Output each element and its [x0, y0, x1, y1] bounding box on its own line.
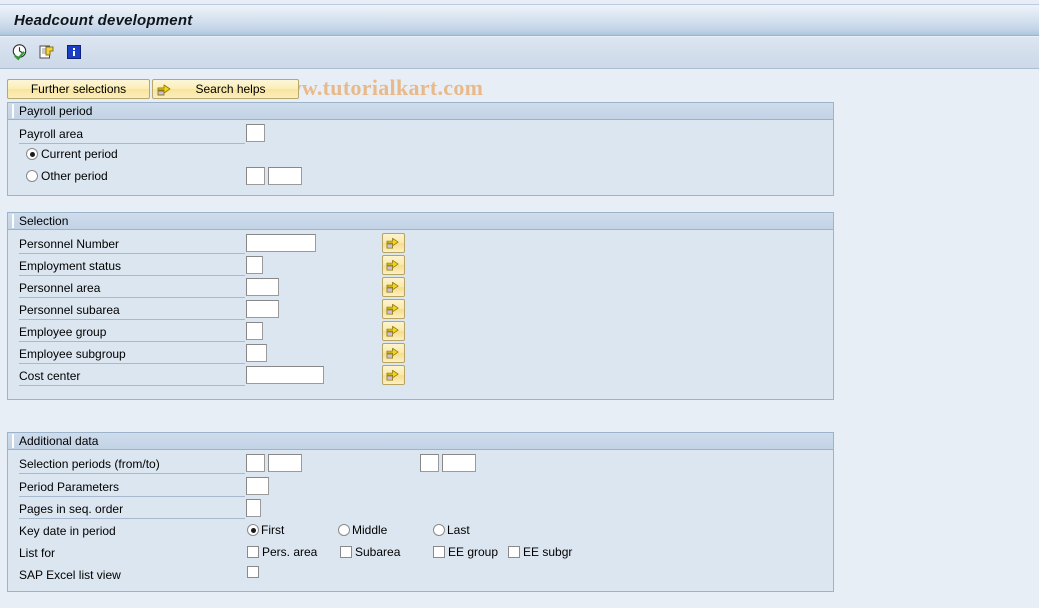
selection-row-input[interactable] — [246, 256, 263, 274]
multi-select-arrow-button[interactable] — [382, 299, 405, 319]
sap-excel-list-view-checkbox[interactable] — [247, 566, 259, 578]
list-for-checkbox[interactable] — [340, 546, 352, 558]
selection-panel: Selection Personnel Number Employment sta… — [7, 212, 834, 400]
selection-action-buttons: Further selections Search helps — [7, 79, 299, 99]
selection-row-label: Employee subgroup — [19, 347, 245, 364]
selection-title: Selection — [19, 214, 69, 228]
selection-periods-label: Selection periods (from/to) — [19, 457, 245, 474]
additional-data-header: Additional data — [8, 433, 833, 450]
multi-select-arrow-icon — [386, 302, 401, 316]
key-date-radio-label[interactable]: First — [261, 524, 284, 537]
toolbar-icon-group — [10, 42, 84, 62]
selection-periods-from-a-input[interactable] — [246, 454, 265, 472]
list-for-label: List for — [19, 546, 56, 560]
selection-row-input[interactable] — [246, 322, 263, 340]
multi-select-arrow-button[interactable] — [382, 277, 405, 297]
selection-row-label: Personnel Number — [19, 237, 245, 254]
selection-row-label: Employment status — [19, 259, 245, 276]
search-helps-label: Search helps — [195, 82, 266, 96]
other-period-input-2[interactable] — [268, 167, 302, 185]
key-date-radio-label[interactable]: Middle — [352, 524, 387, 537]
list-for-checkbox-label[interactable]: Pers. area — [262, 546, 317, 559]
list-for-checkbox-label[interactable]: EE subgr — [523, 546, 572, 559]
multi-select-arrow-icon — [386, 368, 401, 382]
multi-select-arrow-button[interactable] — [382, 343, 405, 363]
additional-data-panel: Additional data Selection periods (from/… — [7, 432, 834, 592]
selection-header: Selection — [8, 213, 833, 230]
key-date-radio-first[interactable] — [247, 524, 259, 536]
payroll-period-header: Payroll period — [8, 103, 833, 120]
selection-row-input[interactable] — [246, 234, 316, 252]
further-selections-button[interactable]: Further selections — [7, 79, 150, 99]
selection-row-label: Personnel subarea — [19, 303, 245, 320]
list-for-checkbox[interactable] — [433, 546, 445, 558]
current-period-radio[interactable] — [26, 148, 38, 160]
execute-clock-icon[interactable] — [10, 42, 30, 62]
multi-select-arrow-icon — [386, 280, 401, 294]
selection-row-input[interactable] — [246, 344, 267, 362]
list-for-checkbox[interactable] — [247, 546, 259, 558]
payroll-period-panel: Payroll period Payroll area Current peri… — [7, 102, 834, 196]
pages-seq-order-label: Pages in seq. order — [19, 502, 245, 519]
search-helps-button[interactable]: Search helps — [152, 79, 299, 99]
info-icon[interactable] — [64, 42, 84, 62]
key-date-in-period-label: Key date in period — [19, 524, 116, 538]
period-parameters-input[interactable] — [246, 477, 269, 495]
multi-select-arrow-button[interactable] — [382, 233, 405, 253]
window-title-bar: Headcount development — [0, 4, 1039, 36]
payroll-period-body: Payroll area Current period Other period — [8, 120, 833, 195]
selection-row-label: Cost center — [19, 369, 245, 386]
multi-select-arrow-button[interactable] — [382, 255, 405, 275]
selection-row-input[interactable] — [246, 300, 279, 318]
other-period-input-1[interactable] — [246, 167, 265, 185]
payroll-area-input[interactable] — [246, 124, 265, 142]
payroll-period-title: Payroll period — [19, 104, 93, 118]
additional-data-body: Selection periods (from/to) Period Param… — [8, 450, 833, 591]
multi-select-arrow-icon — [386, 236, 401, 250]
selection-row-label: Personnel area — [19, 281, 245, 298]
application-toolbar: © www.tutorialkart.com — [0, 37, 1039, 100]
sap-excel-list-view-label: SAP Excel list view — [19, 568, 121, 582]
payroll-area-label: Payroll area — [19, 127, 245, 144]
list-for-checkbox-label[interactable]: Subarea — [355, 546, 400, 559]
selection-row-input[interactable] — [246, 278, 279, 296]
selection-body: Personnel Number Employment status Personn… — [8, 230, 833, 399]
additional-data-title: Additional data — [19, 434, 99, 448]
selection-periods-to-b-input[interactable] — [442, 454, 476, 472]
current-period-label[interactable]: Current period — [41, 148, 118, 161]
other-period-radio[interactable] — [26, 170, 38, 182]
copy-icon[interactable] — [37, 42, 57, 62]
multi-select-arrow-icon — [386, 258, 401, 272]
further-selections-label: Further selections — [30, 82, 127, 96]
page-title: Headcount development — [14, 11, 193, 29]
key-date-radio-middle[interactable] — [338, 524, 350, 536]
key-date-radio-label[interactable]: Last — [447, 524, 470, 537]
selection-periods-to-a-input[interactable] — [420, 454, 439, 472]
multi-select-arrow-icon — [386, 346, 401, 360]
multi-select-arrow-icon — [386, 324, 401, 338]
selection-periods-from-b-input[interactable] — [268, 454, 302, 472]
pages-seq-order-input[interactable] — [246, 499, 261, 517]
period-parameters-label: Period Parameters — [19, 480, 245, 497]
search-helps-arrow-icon — [157, 82, 173, 97]
list-for-checkbox[interactable] — [508, 546, 520, 558]
multi-select-arrow-button[interactable] — [382, 321, 405, 341]
key-date-radio-last[interactable] — [433, 524, 445, 536]
selection-row-input[interactable] — [246, 366, 324, 384]
multi-select-arrow-button[interactable] — [382, 365, 405, 385]
selection-row-label: Employee group — [19, 325, 245, 342]
other-period-label[interactable]: Other period — [41, 170, 108, 183]
list-for-checkbox-label[interactable]: EE group — [448, 546, 498, 559]
